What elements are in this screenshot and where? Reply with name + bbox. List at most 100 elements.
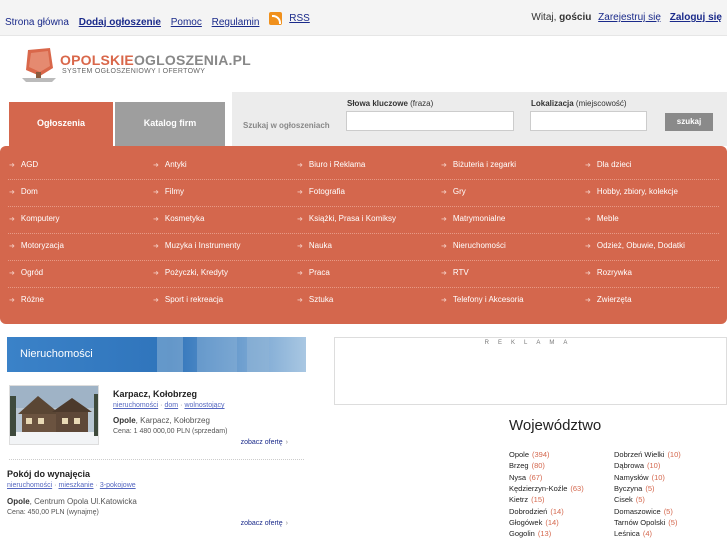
voivodeship-item[interactable]: Dobrzeń Wielki (10)	[614, 450, 681, 459]
keywords-input[interactable]	[346, 111, 514, 131]
listing-title[interactable]: Karpacz, Kołobrzeg	[113, 389, 197, 399]
category-link[interactable]: ➜ Fotografia	[297, 187, 345, 214]
rss-link[interactable]: RSS	[289, 13, 310, 24]
tab-company-catalog[interactable]: Katalog firm	[115, 102, 225, 146]
category-link[interactable]: ➜ Sport i rekreacja	[153, 295, 223, 322]
category-label[interactable]: Pożyczki, Kredyty	[165, 268, 228, 277]
category-link[interactable]: ➜ RTV	[441, 268, 469, 295]
category-link[interactable]: ➜ Telefony i Akcesoria	[441, 295, 524, 322]
category-link[interactable]: ➜ Ogród	[9, 268, 43, 295]
voivodeship-item[interactable]: Głogówek (14)	[509, 518, 559, 527]
voivodeship-item[interactable]: Brzeg (80)	[509, 461, 545, 470]
rules-link[interactable]: Regulamin	[212, 17, 260, 28]
category-link[interactable]: ➜ Gry	[441, 187, 466, 214]
town-name[interactable]: Tarnów Opolski	[614, 518, 665, 527]
home-link[interactable]: Strona główna	[5, 17, 69, 28]
listing-tag[interactable]: dom	[164, 402, 178, 409]
category-label[interactable]: Hobby, zbiory, kolekcje	[597, 187, 678, 196]
category-link[interactable]: ➜ AGD	[9, 160, 38, 187]
category-link[interactable]: ➜ Dom	[9, 187, 38, 214]
category-link[interactable]: ➜ Sztuka	[297, 295, 333, 322]
category-label[interactable]: Kosmetyka	[165, 214, 205, 223]
register-link[interactable]: Zarejestruj się	[598, 12, 661, 23]
category-link[interactable]: ➜ Filmy	[153, 187, 184, 214]
voivodeship-item[interactable]: Leśnica (4)	[614, 529, 652, 538]
listing-item[interactable]: Pokój do wynajęcia nieruchomości · mieszka…	[7, 466, 306, 536]
category-link[interactable]: ➜ Pożyczki, Kredyty	[153, 268, 228, 295]
category-label[interactable]: Biżuteria i zegarki	[453, 160, 516, 169]
category-link[interactable]: ➜ Różne	[9, 295, 44, 322]
town-name[interactable]: Dąbrowa	[614, 461, 644, 470]
category-label[interactable]: Muzyka i Instrumenty	[165, 241, 241, 250]
category-link[interactable]: ➜ Muzyka i Instrumenty	[153, 241, 240, 268]
category-label[interactable]: Książki, Prasa i Komiksy	[309, 214, 396, 223]
search-button[interactable]: szukaj	[665, 113, 713, 131]
voivodeship-item[interactable]: Namysłów (10)	[614, 473, 665, 482]
voivodeship-item[interactable]: Opole (394)	[509, 450, 550, 459]
listing-photo[interactable]	[9, 385, 99, 445]
category-label[interactable]: Ogród	[21, 268, 43, 277]
category-link[interactable]: ➜ Kosmetyka	[153, 214, 204, 241]
category-label[interactable]: AGD	[21, 160, 38, 169]
help-link[interactable]: Pomoc	[171, 17, 202, 28]
view-offer-label[interactable]: zobacz ofertę	[241, 439, 283, 446]
town-name[interactable]: Brzeg	[509, 461, 529, 470]
real-estate-header[interactable]: Nieruchomości	[7, 337, 306, 372]
category-label[interactable]: Praca	[309, 268, 330, 277]
town-name[interactable]: Cisek	[614, 495, 633, 504]
listing-title[interactable]: Pokój do wynajęcia	[7, 469, 90, 479]
tab-ads[interactable]: Ogłoszenia	[9, 102, 113, 146]
category-link[interactable]: ➜ Praca	[297, 268, 330, 295]
town-name[interactable]: Nysa	[509, 473, 526, 482]
listing-tag[interactable]: wolnostojący	[184, 402, 224, 409]
category-label[interactable]: Rozrywka	[597, 268, 632, 277]
town-name[interactable]: Namysłów	[614, 473, 649, 482]
category-link[interactable]: ➜ Matrymonialne	[441, 214, 505, 241]
category-link[interactable]: ➜ Rozrywka	[585, 268, 632, 295]
category-label[interactable]: Gry	[453, 187, 466, 196]
view-offer-label[interactable]: zobacz ofertę	[241, 520, 283, 527]
voivodeship-item[interactable]: Tarnów Opolski (5)	[614, 518, 677, 527]
category-label[interactable]: Dla dzieci	[597, 160, 632, 169]
town-name[interactable]: Dobrzeń Wielki	[614, 450, 664, 459]
town-name[interactable]: Gogolin	[509, 529, 535, 538]
town-name[interactable]: Leśnica	[614, 529, 640, 538]
voivodeship-item[interactable]: Gogolin (13)	[509, 529, 551, 538]
login-link[interactable]: Zaloguj się	[670, 12, 722, 23]
category-label[interactable]: Sztuka	[309, 295, 333, 304]
category-link[interactable]: ➜ Nauka	[297, 241, 332, 268]
category-label[interactable]: Antyki	[165, 160, 187, 169]
add-listing-link[interactable]: Dodaj ogłoszenie	[79, 17, 161, 28]
rss-link-wrap[interactable]: RSS	[269, 12, 317, 25]
category-label[interactable]: Fotografia	[309, 187, 345, 196]
town-name[interactable]: Byczyna	[614, 484, 642, 493]
rss-icon[interactable]	[269, 12, 283, 25]
category-link[interactable]: ➜ Książki, Prasa i Komiksy	[297, 214, 396, 241]
category-label[interactable]: Dom	[21, 187, 38, 196]
voivodeship-item[interactable]: Dobrodzień (14)	[509, 507, 564, 516]
voivodeship-item[interactable]: Byczyna (5)	[614, 484, 655, 493]
town-name[interactable]: Domaszowice	[614, 507, 661, 516]
listing-tag[interactable]: nieruchomości	[113, 402, 158, 409]
category-label[interactable]: Telefony i Akcesoria	[453, 295, 524, 304]
category-link[interactable]: ➜ Meble	[585, 214, 619, 241]
voivodeship-item[interactable]: Domaszowice (5)	[614, 507, 673, 516]
town-name[interactable]: Kietrz	[509, 495, 528, 504]
voivodeship-item[interactable]: Cisek (5)	[614, 495, 645, 504]
category-link[interactable]: ➜ Nieruchomości	[441, 241, 506, 268]
category-label[interactable]: Filmy	[165, 187, 184, 196]
category-label[interactable]: RTV	[453, 268, 469, 277]
category-label[interactable]: Biuro i Reklama	[309, 160, 365, 169]
location-input[interactable]	[530, 111, 647, 131]
listing-tag[interactable]: 3-pokojowe	[100, 482, 136, 489]
category-link[interactable]: ➜ Hobby, zbiory, kolekcje	[585, 187, 678, 214]
site-logo[interactable]: OPOLSKIEOGLOSZENIA.PL SYSTEM OGŁOSZENIOW…	[22, 46, 251, 86]
voivodeship-item[interactable]: Kędzierzyn-Koźle (63)	[509, 484, 584, 493]
ad-banner[interactable]: REKLAMA	[334, 337, 727, 405]
category-link[interactable]: ➜ Zwierzęta	[585, 295, 632, 322]
category-link[interactable]: ➜ Antyki	[153, 160, 187, 187]
category-link[interactable]: ➜ Biuro i Reklama	[297, 160, 365, 187]
category-label[interactable]: Zwierzęta	[597, 295, 632, 304]
category-link[interactable]: ➜ Odzież, Obuwie, Dodatki	[585, 241, 685, 268]
category-label[interactable]: Nauka	[309, 241, 332, 250]
